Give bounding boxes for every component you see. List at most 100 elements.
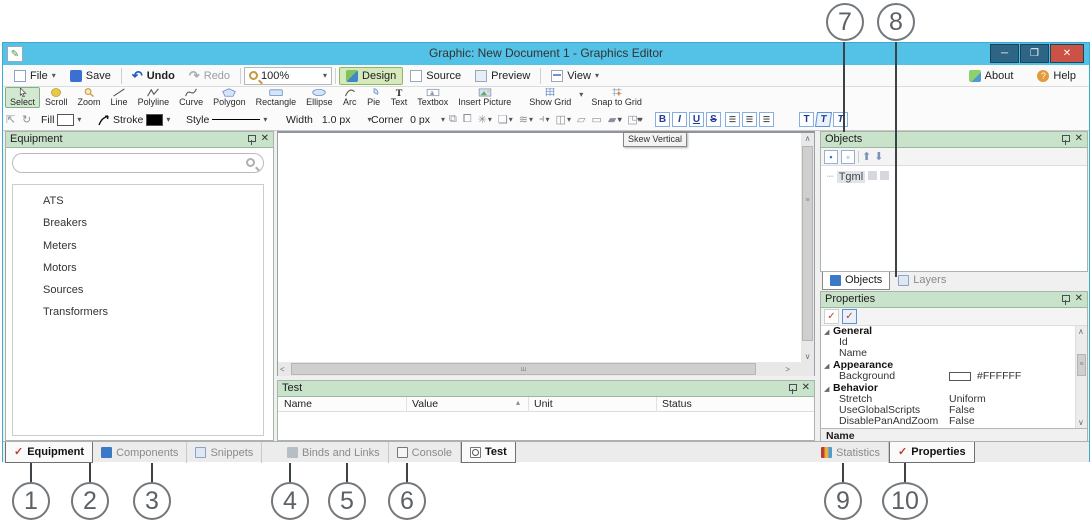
align-center-button[interactable]: ☰: [742, 112, 757, 127]
help-button[interactable]: ? Help: [1030, 67, 1083, 85]
tool-line[interactable]: Line: [106, 87, 133, 108]
design-mode-button[interactable]: Design: [339, 66, 404, 85]
close-icon[interactable]: ✕: [1075, 133, 1083, 144]
text-skew-horizontal-button[interactable]: T: [799, 112, 814, 127]
tab-test[interactable]: Test: [461, 442, 516, 463]
list-item[interactable]: Transformers: [43, 306, 108, 318]
align-icon[interactable]: ≋ ▾: [519, 113, 533, 126]
tool-scroll[interactable]: Scroll: [40, 87, 73, 108]
tool-select[interactable]: Select: [5, 87, 41, 108]
maximize-button[interactable]: ❐: [1020, 44, 1049, 63]
tab-snippets[interactable]: Snippets: [187, 442, 263, 463]
strikethrough-button[interactable]: S: [706, 112, 721, 127]
pin-icon[interactable]: [788, 384, 797, 394]
stroke-picker[interactable]: Stroke ▾: [98, 112, 170, 127]
canvas-horizontal-scrollbar[interactable]: < ш >: [278, 362, 814, 376]
source-mode-button[interactable]: Source: [403, 67, 468, 85]
preview-mode-button[interactable]: Preview: [468, 67, 537, 85]
scrollbar-thumb[interactable]: ≡: [1077, 354, 1086, 376]
move-down-icon[interactable]: ⬇: [874, 150, 883, 163]
tab-components[interactable]: Components: [93, 442, 188, 463]
categorized-view-button[interactable]: ✓: [824, 309, 839, 324]
file-menu[interactable]: File ▾: [7, 67, 63, 85]
distribute-icon[interactable]: ◫ ▾: [556, 113, 571, 126]
tool-rectangle[interactable]: Rectangle: [251, 87, 302, 108]
tab-objects[interactable]: Objects: [822, 272, 891, 290]
close-icon[interactable]: ✕: [1075, 293, 1083, 304]
scrollbar-thumb[interactable]: ≡: [802, 146, 813, 341]
background-color-swatch[interactable]: [949, 372, 971, 381]
canvas-vertical-scrollbar[interactable]: ∧ ≡ ∨: [801, 133, 814, 362]
text-skew-vertical-button[interactable]: T: [814, 112, 833, 127]
order-icon[interactable]: ❏ ▾: [498, 113, 513, 126]
alphabetical-view-button[interactable]: ✓: [842, 309, 857, 324]
text-italic-skew-button[interactable]: T: [833, 112, 848, 127]
pin-icon[interactable]: [247, 135, 256, 145]
column-unit[interactable]: Unit: [534, 398, 553, 410]
font-family-combo[interactable]: ▾: [591, 112, 625, 127]
scroll-left-icon[interactable]: <: [280, 365, 285, 374]
italic-button[interactable]: I: [672, 112, 687, 127]
scroll-up-icon[interactable]: ∧: [801, 134, 814, 143]
align-right-button[interactable]: ☰: [759, 112, 774, 127]
prop-key[interactable]: Name: [839, 348, 867, 359]
fill-picker[interactable]: Fill ▾: [41, 112, 81, 127]
expand-all-button[interactable]: ▫: [841, 149, 855, 164]
redo-button[interactable]: ↷ Redo: [182, 67, 237, 85]
about-button[interactable]: About: [962, 67, 1021, 85]
pin-icon[interactable]: [1061, 295, 1070, 305]
collapse-all-button[interactable]: ▪: [824, 149, 838, 164]
tool-snap-to-grid[interactable]: Snap to Grid: [586, 87, 647, 108]
transform-select-icon[interactable]: ⇱: [6, 112, 15, 127]
tool-textbox[interactable]: a Textbox: [412, 87, 453, 108]
underline-button[interactable]: U: [689, 112, 704, 127]
rotate-icon[interactable]: ✳ ▾: [478, 113, 492, 126]
tool-ellipse[interactable]: Ellipse: [301, 87, 338, 108]
prop-value[interactable]: #FFFFFF: [977, 371, 1021, 382]
column-value[interactable]: Value: [412, 398, 438, 410]
column-name[interactable]: Name: [284, 398, 312, 410]
close-button[interactable]: ✕: [1050, 44, 1084, 63]
tool-zoom[interactable]: Zoom: [73, 87, 106, 108]
properties-scrollbar[interactable]: ∧ ≡ ∨: [1075, 326, 1087, 428]
bold-button[interactable]: B: [655, 112, 670, 127]
tab-statistics[interactable]: Statistics: [813, 442, 890, 463]
flip-icon[interactable]: ⫞ ▾: [539, 113, 550, 126]
group-icon[interactable]: ⧉: [449, 113, 457, 126]
width-picker[interactable]: Width 1.0 px ▾: [286, 112, 371, 127]
tab-console[interactable]: Console: [389, 442, 462, 463]
tool-insert-picture[interactable]: Insert Picture: [453, 87, 516, 108]
grid-options-dropdown[interactable]: ▾: [576, 87, 586, 108]
close-icon[interactable]: ✕: [802, 382, 810, 393]
close-icon[interactable]: ✕: [261, 133, 269, 144]
tool-show-grid[interactable]: Show Grid: [524, 87, 576, 108]
scroll-down-icon[interactable]: ∨: [1078, 418, 1084, 427]
drawing-canvas[interactable]: [277, 131, 815, 376]
minimize-button[interactable]: ─: [990, 44, 1019, 63]
rotate-free-icon[interactable]: ↻: [22, 112, 31, 127]
tab-layers[interactable]: Layers: [890, 272, 954, 290]
search-input[interactable]: [23, 156, 243, 168]
style-picker[interactable]: Style ▾: [186, 112, 267, 127]
zoom-level-combo[interactable]: 100% ▾: [244, 66, 333, 85]
tool-pie[interactable]: Pie: [362, 87, 386, 108]
prop-key[interactable]: DisablePanAndZoom: [839, 416, 938, 427]
scroll-down-icon[interactable]: ∨: [801, 352, 814, 361]
tool-curve[interactable]: Curve: [174, 87, 208, 108]
list-item[interactable]: Motors: [43, 262, 77, 274]
list-item[interactable]: ATS: [43, 195, 64, 207]
tab-properties[interactable]: ✓ Properties: [889, 442, 975, 463]
corner-picker[interactable]: Corner 0 px ▾: [371, 112, 445, 127]
tree-item-tgml[interactable]: ┈ Tgml: [827, 170, 890, 183]
list-item[interactable]: Sources: [43, 284, 83, 296]
view-menu[interactable]: View ▾: [544, 67, 606, 85]
tool-text[interactable]: T Text: [386, 87, 413, 108]
tool-polygon[interactable]: Polygon: [208, 87, 251, 108]
skew-h-icon[interactable]: ▱: [577, 113, 585, 126]
list-item[interactable]: Meters: [43, 240, 77, 252]
tool-arc[interactable]: Arc: [338, 87, 362, 108]
move-up-icon[interactable]: ⬆: [862, 150, 871, 163]
save-button[interactable]: Save: [63, 67, 118, 85]
ungroup-icon[interactable]: ⧠: [463, 113, 472, 126]
tool-polyline[interactable]: Polyline: [133, 87, 175, 108]
